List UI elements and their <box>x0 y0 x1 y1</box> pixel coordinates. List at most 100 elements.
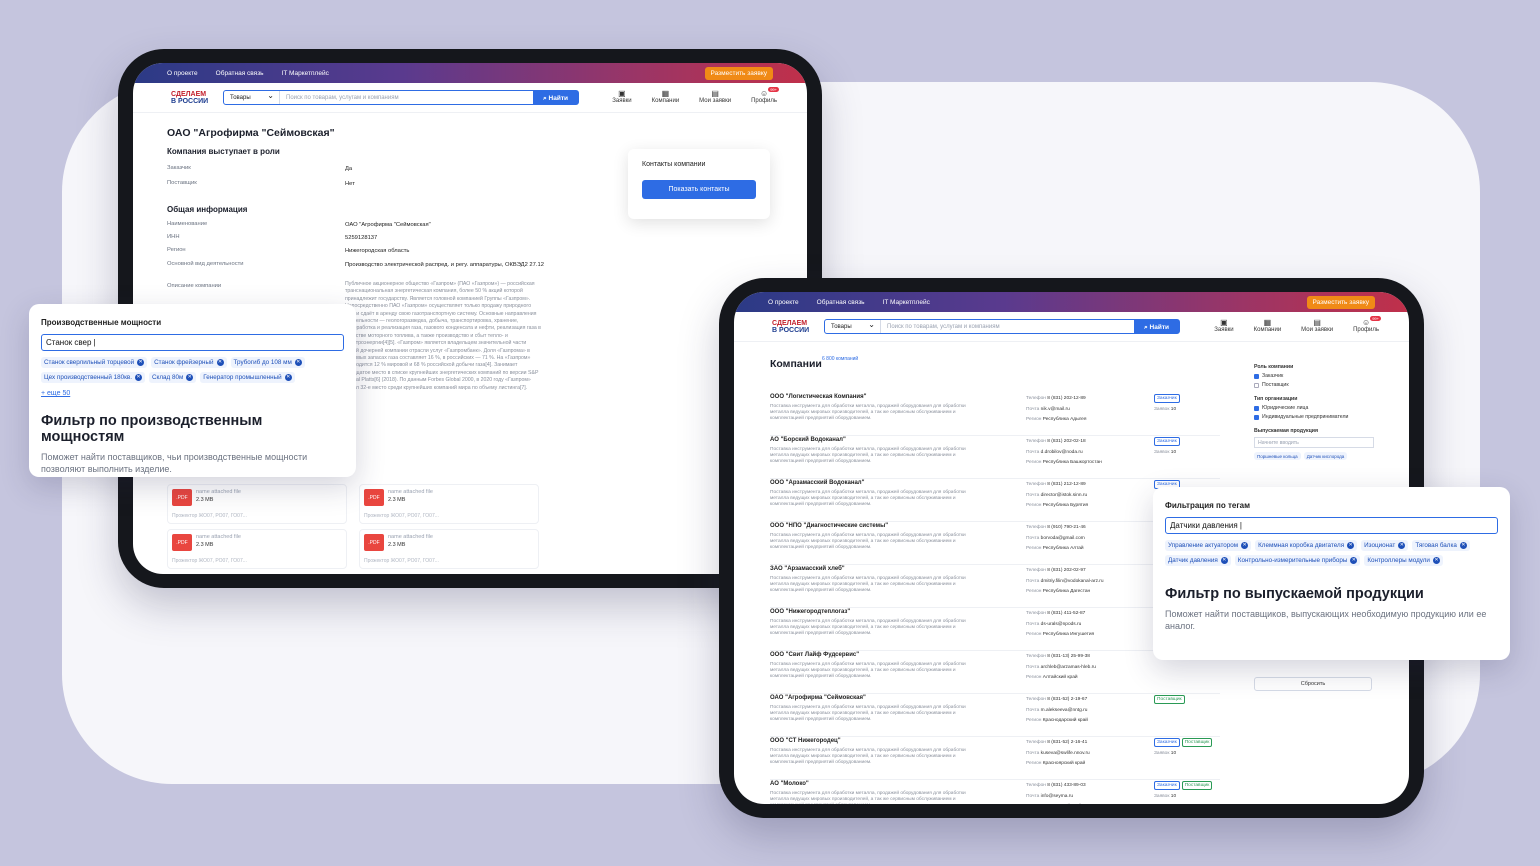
nav-orders[interactable]: ▣ Заявки <box>612 89 631 104</box>
company-desc: Поставка инструмента для обработки метал… <box>770 662 966 679</box>
close-icon[interactable]: ✕ <box>1459 542 1467 549</box>
tag-chip[interactable]: Управление актуатором ✕ <box>1165 540 1252 551</box>
capacity-chip[interactable]: Генератор промышленный ✕ <box>200 372 295 383</box>
link-it-market[interactable]: IT Маркетплейс <box>282 70 329 77</box>
link-about[interactable]: О проекте <box>167 70 198 77</box>
company-name[interactable]: АО "Молоко" <box>770 781 809 787</box>
attached-file[interactable]: .PDF name attached file 2.3 MB Прожектор ЖО… <box>167 484 347 524</box>
category-select[interactable]: Товары <box>224 91 280 104</box>
logo[interactable]: СДЕЛАЕМ В РОССИИ <box>772 320 814 334</box>
tag-chip[interactable]: Датчик давления ✕ <box>1165 555 1231 566</box>
close-icon[interactable]: ✕ <box>186 374 194 381</box>
nav-profile[interactable]: ☺ Профиль 99+ <box>751 87 779 104</box>
logo[interactable]: СДЕЛАЕМ В РОССИИ <box>171 91 213 105</box>
nav-my-orders[interactable]: ▤ Мои заявки <box>699 89 731 104</box>
capacity-chip[interactable]: Станок фрейзерный ✕ <box>151 357 227 368</box>
checkbox[interactable] <box>1254 382 1259 388</box>
search-button[interactable]: ⌕ Найти <box>533 91 578 104</box>
company-name[interactable]: ООО "Логистическая Компания" <box>770 394 866 400</box>
region-value: Республика Адыгея <box>1042 417 1087 422</box>
company-name[interactable]: ООО "Арзамасский Водоканал" <box>770 480 864 486</box>
file-preview: Прожектор ЖО07, РО07, ГО07... <box>364 513 439 519</box>
company-row[interactable]: ООО "Логистическая Компания" Поставка инс… <box>770 394 1220 436</box>
close-icon[interactable]: ✕ <box>1220 557 1228 564</box>
company-row[interactable]: ООО "Свит Лайф Фудсервис" Поставка инстру… <box>770 652 1220 694</box>
capacity-chip[interactable]: Трубогиб до 108 мм ✕ <box>230 357 305 368</box>
checkbox[interactable] <box>1254 373 1259 379</box>
company-name[interactable]: АО "Борский Водоканал" <box>770 437 846 443</box>
link-feedback[interactable]: Обратная связь <box>216 70 264 77</box>
product-chip[interactable]: Поршневые кольца <box>1254 452 1301 460</box>
company-name[interactable]: ЗАО "Арзамасский хлеб" <box>770 566 845 572</box>
search-bar: Товары Поиск по товарам, услугам и компа… <box>223 90 579 105</box>
tag-chip[interactable]: Изоционат ✕ <box>1361 540 1409 551</box>
capacity-chip[interactable]: Склад 80м ✕ <box>148 372 197 383</box>
category-select[interactable]: Товары <box>825 320 881 333</box>
close-icon[interactable]: ✕ <box>284 374 292 381</box>
region-line: Регион Приморский край <box>1026 802 1146 804</box>
search-input[interactable]: Поиск по товарам, услугам и компаниям <box>881 324 1134 330</box>
nav-companies[interactable]: ▦ Компании <box>1254 318 1282 333</box>
company-contacts: Телефон 8 (831-13) 25-99-38 Почта archleb… <box>1026 652 1146 684</box>
checkbox[interactable] <box>1254 414 1259 420</box>
nav-orders[interactable]: ▣ Заявки <box>1214 318 1233 333</box>
close-icon[interactable]: ✕ <box>1241 542 1249 549</box>
close-icon[interactable]: ✕ <box>1398 542 1406 549</box>
link-it-market[interactable]: IT Маркетплейс <box>883 299 930 306</box>
company-name[interactable]: ОАО "Агрофирма "Сеймовская" <box>770 695 866 701</box>
notification-badge: 99+ <box>768 87 779 92</box>
company-row[interactable]: АО "Борский Водоканал" Поставка инструмен… <box>770 437 1220 479</box>
link-feedback[interactable]: Обратная связь <box>817 299 865 306</box>
close-icon[interactable]: ✕ <box>134 374 142 381</box>
company-name[interactable]: ООО "СТ Нижегородец" <box>770 738 841 744</box>
product-filter-input[interactable]: Начните вводить <box>1254 437 1374 448</box>
close-icon[interactable]: ✕ <box>216 359 224 366</box>
orders-label: Заявок <box>1154 751 1170 756</box>
show-more-link[interactable]: + еще 50 <box>41 390 344 397</box>
capacity-chip[interactable]: Станок сверлильный торцевой ✕ <box>41 357 148 368</box>
nav-companies[interactable]: ▦ Компании <box>652 89 680 104</box>
close-icon[interactable]: ✕ <box>1347 542 1355 549</box>
close-icon[interactable]: ✕ <box>1432 557 1440 564</box>
reset-filters-button[interactable]: Сбросить <box>1254 677 1372 691</box>
place-order-button[interactable]: Разместить заявку <box>1306 296 1375 309</box>
clipboard-icon: ▣ <box>1220 318 1228 327</box>
close-icon[interactable]: ✕ <box>1350 557 1358 564</box>
filter-type-legal[interactable]: Юридические лица <box>1254 405 1374 411</box>
customer-value: Да <box>345 166 353 172</box>
filter-role-supplier[interactable]: Поставщик <box>1254 382 1374 388</box>
checkbox[interactable] <box>1254 405 1259 411</box>
company-name[interactable]: ООО "НПО "Диагностические системы" <box>770 523 888 529</box>
tags-search-input[interactable]: Датчики давления | <box>1165 517 1498 534</box>
capacity-chip[interactable]: Цех производственный 180кв. ✕ <box>41 372 145 383</box>
attached-file[interactable]: .PDF name attached file 2.3 MB Прожектор ЖО… <box>359 484 539 524</box>
company-name[interactable]: ООО "Свит Лайф Фудсервис" <box>770 652 859 658</box>
filter-role-customer[interactable]: Заказчик <box>1254 373 1374 379</box>
attached-file[interactable]: .PDF name attached file 2.3 MB Прожектор ЖО… <box>359 529 539 569</box>
capacity-search-input[interactable]: Станок свер | <box>41 334 344 351</box>
filter-type-ip[interactable]: Индивидуальные предприниматели <box>1254 414 1374 420</box>
search-input[interactable]: Поиск по товарам, услугам и компаниям <box>280 95 533 101</box>
attached-file[interactable]: .PDF name attached file 2.3 MB Прожектор ЖО… <box>167 529 347 569</box>
close-icon[interactable]: ✕ <box>294 359 302 366</box>
tag-chip[interactable]: Клеммная коробка двигателя ✕ <box>1255 540 1358 551</box>
tag-chip[interactable]: Контроллеры модули ✕ <box>1364 555 1443 566</box>
company-name[interactable]: ООО "Нижегородтеплогаз" <box>770 609 850 615</box>
product-chip[interactable]: Датчик кислорода <box>1303 452 1348 460</box>
tag-chip[interactable]: Тяговая балка ✕ <box>1412 540 1470 551</box>
company-row[interactable]: АО "Молоко" Поставка инструмента для обра… <box>770 781 1220 804</box>
search-button[interactable]: ⌕ Найти <box>1134 320 1179 333</box>
show-contacts-button[interactable]: Показать контакты <box>642 180 756 199</box>
close-icon[interactable]: ✕ <box>137 359 145 366</box>
link-about[interactable]: О проекте <box>768 299 799 306</box>
place-order-button[interactable]: Разместить заявку <box>704 67 773 80</box>
region-value: Краснодарский край <box>1042 718 1088 723</box>
company-contacts: Телефон 8 (910) 790-21-46 Почта borvoda@g… <box>1026 523 1146 555</box>
region-line: Регион Республика Дагестан <box>1026 587 1146 598</box>
tag-chip[interactable]: Контрольно-измерительные приборы ✕ <box>1234 555 1361 566</box>
nav-profile[interactable]: ☺ Профиль 99+ <box>1353 316 1381 333</box>
nav-my-orders[interactable]: ▤ Мои заявки <box>1301 318 1333 333</box>
company-row[interactable]: ОАО "Агрофирма "Сеймовская" Поставка инст… <box>770 695 1220 737</box>
company-row[interactable]: ООО "СТ Нижегородец" Поставка инструмента… <box>770 738 1220 780</box>
mail-line: Почта dmitriy.filin@vodokanal-arz.ru <box>1026 577 1146 588</box>
